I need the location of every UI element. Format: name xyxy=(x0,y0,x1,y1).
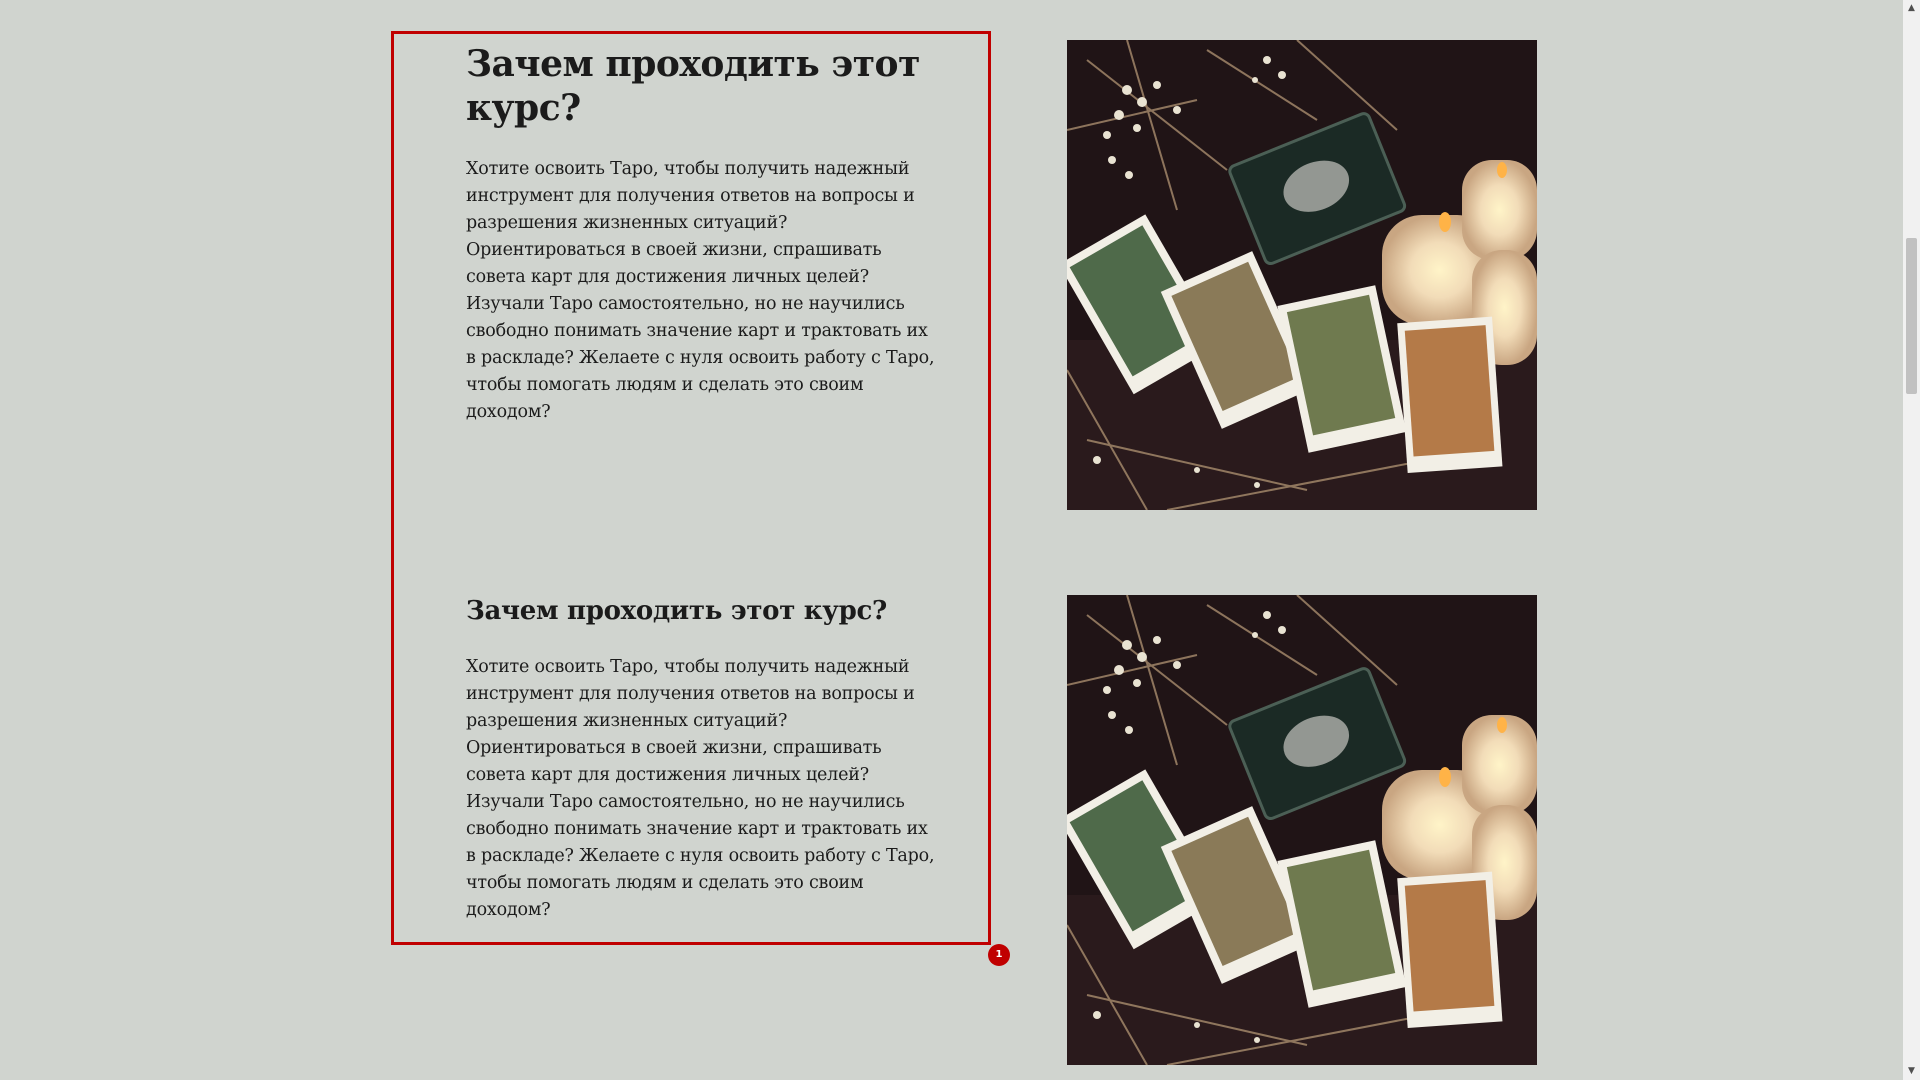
scrollbar-thumb[interactable] xyxy=(1906,238,1917,394)
tarot-cards-candles-image xyxy=(1067,40,1537,510)
tarot-photo xyxy=(1067,595,1537,1065)
section-paragraph: Хотите освоить Таро, чтобы получить наде… xyxy=(466,657,935,920)
page: Зачем проходить этот курс? Хотите освоит… xyxy=(0,0,1920,1080)
vertical-scrollbar[interactable]: ▲ ▼ xyxy=(1903,0,1920,1080)
course-reasons-section-1: Зачем проходить этот курс? Хотите освоит… xyxy=(466,42,936,426)
section-paragraph: Хотите освоить Таро, чтобы получить наде… xyxy=(466,159,935,422)
tarot-photo xyxy=(1067,40,1537,510)
course-reasons-section-2: Зачем проходить этот курс? Хотите освоит… xyxy=(466,592,936,924)
section-heading: Зачем проходить этот курс? xyxy=(466,43,920,129)
arrow-down-icon[interactable]: ▼ xyxy=(1903,1063,1920,1080)
tarot-cards-candles-image xyxy=(1067,595,1537,1065)
highlight-index-badge: 1 xyxy=(988,944,1010,966)
arrow-up-icon[interactable]: ▲ xyxy=(1903,0,1920,17)
section-heading: Зачем проходить этот курс? xyxy=(466,596,887,626)
